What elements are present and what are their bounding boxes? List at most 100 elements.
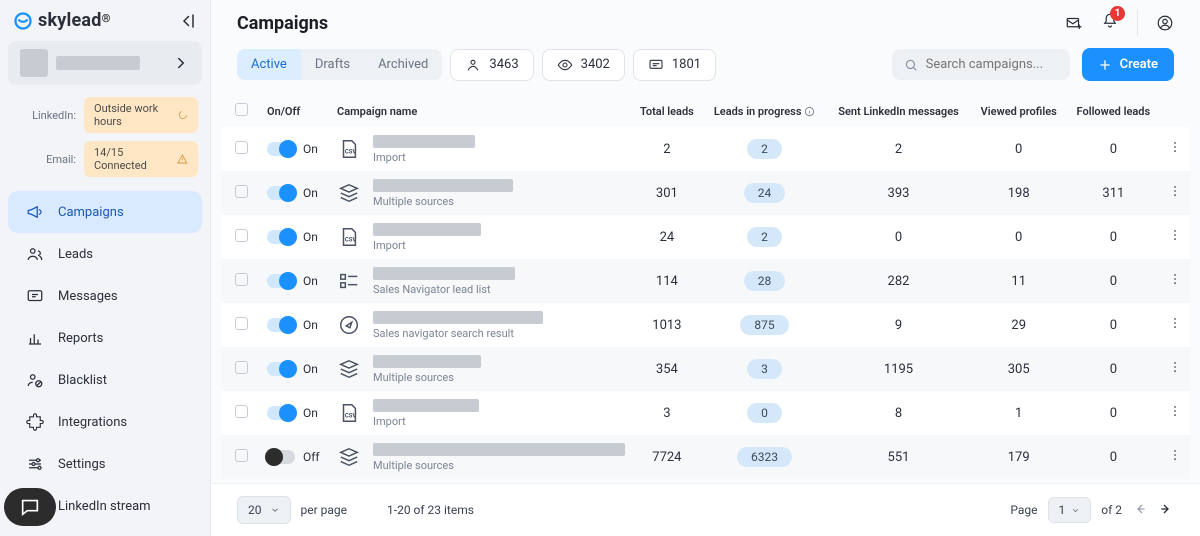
cell-total-leads: 3 [631,391,703,435]
cell-followed-leads: 0 [1067,127,1160,171]
chat-fab[interactable] [4,488,56,526]
campaign-name-placeholder [373,223,481,236]
email-status-row: Email: 14/15 Connected [12,141,198,177]
table-row[interactable]: OnCSVImport242000 [221,215,1190,259]
puzzle-icon [26,413,44,431]
nav-settings[interactable]: Settings [8,443,202,485]
search-icon [904,58,918,72]
cell-viewed-profiles: 0 [971,127,1067,171]
table-row[interactable]: OnMultiple sources30124393198311 [221,171,1190,215]
nav-messages[interactable]: Messages [8,275,202,317]
nav-campaigns[interactable]: Campaigns [8,191,202,233]
avatar [20,49,48,77]
search-input[interactable] [926,57,1054,72]
on-off-toggle[interactable] [267,406,295,420]
table-row[interactable]: OffMultiple sources772463235511790 [221,435,1190,479]
row-checkbox[interactable] [235,449,248,462]
campaign-source: Sales Navigator lead list [373,283,491,296]
nav-reports[interactable]: Reports [8,317,202,359]
per-page-select[interactable]: 20 [237,496,291,524]
tab-archived[interactable]: Archived [364,49,442,80]
row-menu-button[interactable] [1168,407,1182,422]
user-switcher[interactable] [8,41,202,85]
cell-leads-in-progress: 875 [740,315,788,335]
row-menu-button[interactable] [1168,275,1182,290]
table-row[interactable]: OnCSVImport22200 [221,127,1190,171]
table-row[interactable]: OnCSVImport30810 [221,391,1190,435]
row-menu-button[interactable] [1168,319,1182,334]
megaphone-icon [26,203,44,221]
cell-viewed-profiles: 0 [971,215,1067,259]
kebab-icon [1168,184,1182,198]
on-off-label: On [303,406,318,420]
row-checkbox[interactable] [235,361,248,374]
cell-leads-in-progress: 3 [747,359,782,379]
row-checkbox[interactable] [235,273,248,286]
create-button[interactable]: Create [1082,48,1174,81]
row-checkbox[interactable] [235,141,248,154]
campaign-source: Multiple sources [373,195,454,208]
row-menu-button[interactable] [1168,363,1182,378]
status-tabs: Active Drafts Archived [237,49,442,80]
row-checkbox[interactable] [235,317,248,330]
campaign-name-placeholder [373,399,479,412]
row-menu-button[interactable] [1168,143,1182,158]
row-checkbox[interactable] [235,229,248,242]
on-off-toggle[interactable] [267,318,295,332]
nav-leads[interactable]: Leads [8,233,202,275]
chat-bubble-icon [19,496,41,518]
kebab-icon [1168,404,1182,418]
page-select[interactable]: 1 [1048,497,1092,523]
campaign-source: Multiple sources [373,371,454,384]
row-menu-button[interactable] [1168,231,1182,246]
next-page-button[interactable] [1158,501,1174,520]
on-off-label: On [303,142,318,156]
row-checkbox[interactable] [235,185,248,198]
csv-file-icon: CSV [338,402,360,424]
cell-followed-leads: 0 [1067,303,1160,347]
invite-icon[interactable] [1065,14,1083,32]
prev-page-button[interactable] [1132,501,1148,520]
cell-followed-leads: 0 [1067,215,1160,259]
brand-mark-icon [14,12,32,30]
cell-followed-leads: 0 [1067,435,1160,479]
cell-total-leads: 7724 [631,435,703,479]
linkedin-status-row: LinkedIn: Outside work hours [12,97,198,133]
notifications-button[interactable]: 1 [1101,12,1119,34]
on-off-toggle[interactable] [267,186,295,200]
compass-icon [338,314,360,336]
warning-icon [177,153,188,165]
cell-leads-in-progress: 0 [747,403,782,423]
select-all-checkbox[interactable] [235,103,248,116]
row-menu-button[interactable] [1168,187,1182,202]
table-row[interactable]: OnMultiple sources354311953050 [221,347,1190,391]
nav-integrations[interactable]: Integrations [8,401,202,443]
nav-blacklist[interactable]: Blacklist [8,359,202,401]
table-row[interactable]: OnSales navigator search result101387592… [221,303,1190,347]
cell-leads-in-progress: 28 [744,271,786,291]
kebab-icon [1168,272,1182,286]
on-off-toggle[interactable] [267,362,295,376]
on-off-toggle[interactable] [267,142,295,156]
cell-total-leads: 114 [631,259,703,303]
tab-drafts[interactable]: Drafts [301,49,364,80]
campaign-name-placeholder [373,179,513,192]
collapse-sidebar-icon[interactable] [178,12,196,30]
on-off-label: On [303,230,318,244]
stat-messages: 1801 [633,49,716,81]
profile-icon[interactable] [1156,14,1174,32]
table-row[interactable]: OnSales Navigator lead list11428282110 [221,259,1190,303]
user-block-icon [26,371,44,389]
message-icon [26,287,44,305]
sliders-icon [26,455,44,473]
search-box[interactable] [892,49,1070,80]
cell-viewed-profiles: 1 [971,391,1067,435]
stat-total-leads: 3463 [450,49,533,81]
tab-active[interactable]: Active [237,49,301,80]
on-off-toggle[interactable] [267,274,295,288]
on-off-toggle[interactable] [267,450,295,464]
on-off-toggle[interactable] [267,230,295,244]
row-menu-button[interactable] [1168,451,1182,466]
nav: Campaigns Leads Messages Reports Blackli… [0,191,210,527]
row-checkbox[interactable] [235,405,248,418]
